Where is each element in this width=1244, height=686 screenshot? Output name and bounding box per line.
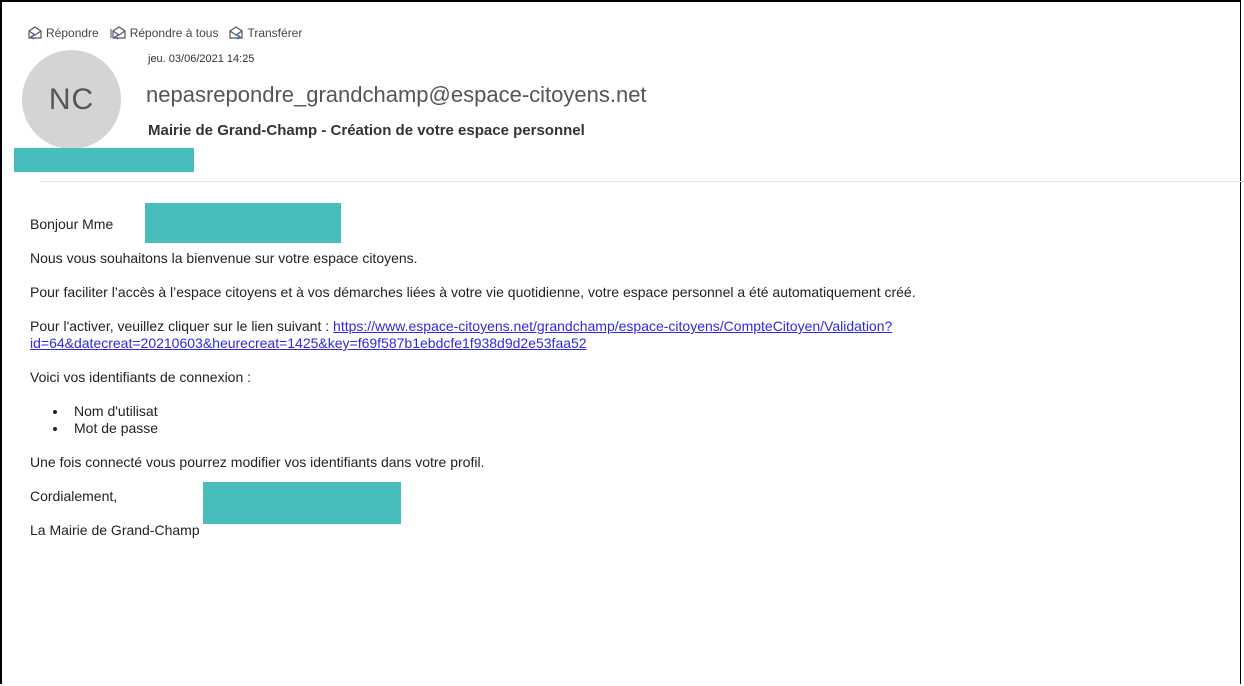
activation-link-line1[interactable]: https://www.espace-citoyens.net/grandcha… [333, 318, 892, 334]
message-subject: Mairie de Grand-Champ - Création de votr… [148, 122, 585, 139]
reply-label: Répondre [46, 26, 99, 40]
redacted-name [145, 203, 341, 243]
intro-paragraph: Pour faciliter l’accès à l’espace citoye… [30, 284, 916, 300]
activation-link-line2[interactable]: id=64&datecreat=20210603&heurecreat=1425… [30, 335, 587, 351]
greeting-text: Bonjour Mme [30, 216, 114, 232]
activation-paragraph: Pour l'activer, veuillez cliquer sur le … [30, 318, 1230, 352]
redacted-recipient [14, 148, 194, 172]
sender-avatar: NC [22, 50, 121, 149]
message-actions-toolbar: Répondre Répondre à tous Transférer [27, 24, 302, 42]
credentials-intro: Voici vos identifiants de connexion : [30, 369, 252, 385]
password-label: Mot de passe [74, 420, 159, 436]
after-login-paragraph: Une fois connecté vous pourrez modifier … [30, 454, 485, 470]
sender-address[interactable]: nepasrepondre_grandchamp@espace-citoyens… [146, 82, 647, 108]
reply-all-icon [110, 26, 126, 40]
forward-label: Transférer [247, 26, 303, 40]
reply-button[interactable]: Répondre [27, 26, 99, 40]
redacted-credentials [203, 482, 401, 524]
reply-icon [28, 26, 42, 40]
list-item: Nom d'utilisat [68, 403, 1230, 420]
reply-all-button[interactable]: Répondre à tous [109, 26, 219, 40]
forward-button[interactable]: Transférer [228, 26, 302, 40]
avatar-initials: NC [48, 82, 95, 116]
list-item: Mot de passe [68, 420, 1230, 437]
forward-icon [229, 26, 244, 40]
welcome-paragraph: Nous vous souhaitons la bienvenue sur vo… [30, 250, 418, 266]
credentials-list: Nom d'utilisat Mot de passe [30, 403, 1230, 437]
reply-all-label: Répondre à tous [129, 26, 219, 40]
header-divider [40, 181, 1244, 182]
username-label: Nom d'utilisat [74, 403, 158, 419]
signature-line: La Mairie de Grand-Champ [30, 522, 200, 538]
activation-prefix: Pour l'activer, veuillez cliquer sur le … [30, 318, 334, 334]
message-date: jeu. 03/06/2021 14:25 [148, 53, 255, 65]
